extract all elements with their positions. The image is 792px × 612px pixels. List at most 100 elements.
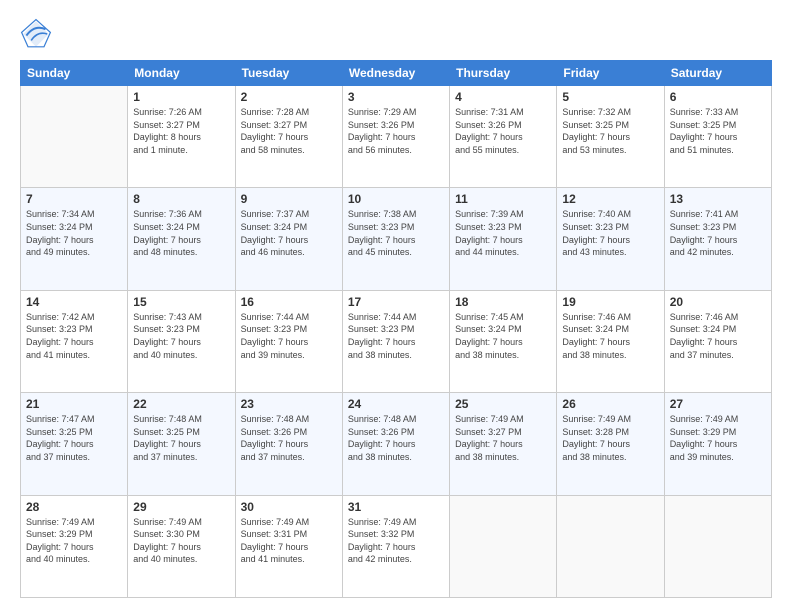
calendar-cell: 22Sunrise: 7:48 AMSunset: 3:25 PMDayligh… — [128, 393, 235, 495]
calendar-cell: 2 Sunrise: 7:28 AMSunset: 3:27 PMDaylight… — [235, 86, 342, 188]
calendar-cell: 30 Sunrise: 7:49 AMSunset: 3:31 PMDayligh… — [235, 495, 342, 597]
day-number: 10 — [348, 192, 444, 206]
day-number: 18 — [455, 295, 551, 309]
logo — [20, 18, 58, 50]
day-info: Sunrise: 7:28 AMSunset: 3:27 PMDaylight:… — [241, 106, 337, 156]
weekday-header-sunday: Sunday — [21, 61, 128, 86]
weekday-header-saturday: Saturday — [664, 61, 771, 86]
day-info: Sunrise: 7:37 AMSunset: 3:24 PMDaylight:… — [241, 208, 337, 258]
calendar-cell: 4 Sunrise: 7:31 AMSunset: 3:26 PMDaylight… — [450, 86, 557, 188]
calendar-cell: 21 Sunrise: 7:47 AMSunset: 3:25 PMDayligh… — [21, 393, 128, 495]
calendar-week-row: 14 Sunrise: 7:42 AMSunset: 3:23 PMDayligh… — [21, 290, 772, 392]
day-info: Sunrise: 7:42 AMSunset: 3:23 PMDaylight:… — [26, 311, 122, 361]
calendar-cell: 28 Sunrise: 7:49 AMSunset: 3:29 PMDayligh… — [21, 495, 128, 597]
day-info: Sunrise: 7:33 AMSunset: 3:25 PMDaylight:… — [670, 106, 766, 156]
day-info: Sunrise: 7:43 AMSunset: 3:23 PMDaylight:… — [133, 311, 229, 361]
calendar-cell — [557, 495, 664, 597]
logo-icon — [20, 18, 52, 50]
calendar-cell: 29 Sunrise: 7:49 AMSunset: 3:30 PMDayligh… — [128, 495, 235, 597]
day-number: 26 — [562, 397, 658, 411]
calendar-cell: 27 Sunrise: 7:49 AMSunset: 3:29 PMDayligh… — [664, 393, 771, 495]
calendar-cell: 3Sunrise: 7:29 AMSunset: 3:26 PMDaylight… — [342, 86, 449, 188]
day-number: 4 — [455, 90, 551, 104]
calendar-week-row: 1 Sunrise: 7:26 AMSunset: 3:27 PMDaylight… — [21, 86, 772, 188]
day-number: 21 — [26, 397, 122, 411]
day-info: Sunrise: 7:40 AMSunset: 3:23 PMDaylight:… — [562, 208, 658, 258]
day-info: Sunrise: 7:48 AMSunset: 3:26 PMDaylight:… — [348, 413, 444, 463]
day-number: 7 — [26, 192, 122, 206]
day-info: Sunrise: 7:31 AMSunset: 3:26 PMDaylight:… — [455, 106, 551, 156]
calendar: SundayMondayTuesdayWednesdayThursdayFrid… — [20, 60, 772, 598]
day-number: 1 — [133, 90, 229, 104]
day-info: Sunrise: 7:46 AMSunset: 3:24 PMDaylight:… — [562, 311, 658, 361]
calendar-cell — [664, 495, 771, 597]
day-info: Sunrise: 7:32 AMSunset: 3:25 PMDaylight:… — [562, 106, 658, 156]
day-number: 13 — [670, 192, 766, 206]
calendar-cell: 9 Sunrise: 7:37 AMSunset: 3:24 PMDaylight… — [235, 188, 342, 290]
day-number: 24 — [348, 397, 444, 411]
calendar-week-row: 7 Sunrise: 7:34 AMSunset: 3:24 PMDaylight… — [21, 188, 772, 290]
calendar-cell: 24 Sunrise: 7:48 AMSunset: 3:26 PMDayligh… — [342, 393, 449, 495]
calendar-cell: 20Sunrise: 7:46 AMSunset: 3:24 PMDayligh… — [664, 290, 771, 392]
day-info: Sunrise: 7:44 AMSunset: 3:23 PMDaylight:… — [241, 311, 337, 361]
day-info: Sunrise: 7:49 AMSunset: 3:29 PMDaylight:… — [670, 413, 766, 463]
weekday-header-thursday: Thursday — [450, 61, 557, 86]
day-number: 15 — [133, 295, 229, 309]
day-number: 12 — [562, 192, 658, 206]
page: SundayMondayTuesdayWednesdayThursdayFrid… — [0, 0, 792, 612]
day-info: Sunrise: 7:39 AMSunset: 3:23 PMDaylight:… — [455, 208, 551, 258]
day-number: 23 — [241, 397, 337, 411]
calendar-cell: 26 Sunrise: 7:49 AMSunset: 3:28 PMDayligh… — [557, 393, 664, 495]
day-number: 27 — [670, 397, 766, 411]
day-number: 29 — [133, 500, 229, 514]
day-number: 2 — [241, 90, 337, 104]
day-info: Sunrise: 7:49 AMSunset: 3:29 PMDaylight:… — [26, 516, 122, 566]
day-info: Sunrise: 7:45 AMSunset: 3:24 PMDaylight:… — [455, 311, 551, 361]
weekday-header-monday: Monday — [128, 61, 235, 86]
day-info: Sunrise: 7:36 AMSunset: 3:24 PMDaylight:… — [133, 208, 229, 258]
calendar-cell — [21, 86, 128, 188]
day-number: 11 — [455, 192, 551, 206]
calendar-cell: 10Sunrise: 7:38 AMSunset: 3:23 PMDayligh… — [342, 188, 449, 290]
weekday-header-friday: Friday — [557, 61, 664, 86]
day-info: Sunrise: 7:49 AMSunset: 3:30 PMDaylight:… — [133, 516, 229, 566]
day-number: 14 — [26, 295, 122, 309]
day-info: Sunrise: 7:26 AMSunset: 3:27 PMDaylight:… — [133, 106, 229, 156]
calendar-cell: 18 Sunrise: 7:45 AMSunset: 3:24 PMDayligh… — [450, 290, 557, 392]
day-number: 19 — [562, 295, 658, 309]
calendar-cell: 15 Sunrise: 7:43 AMSunset: 3:23 PMDayligh… — [128, 290, 235, 392]
day-info: Sunrise: 7:34 AMSunset: 3:24 PMDaylight:… — [26, 208, 122, 258]
day-number: 9 — [241, 192, 337, 206]
day-info: Sunrise: 7:41 AMSunset: 3:23 PMDaylight:… — [670, 208, 766, 258]
calendar-cell: 17Sunrise: 7:44 AMSunset: 3:23 PMDayligh… — [342, 290, 449, 392]
calendar-cell: 16 Sunrise: 7:44 AMSunset: 3:23 PMDayligh… — [235, 290, 342, 392]
weekday-header-tuesday: Tuesday — [235, 61, 342, 86]
calendar-week-row: 21 Sunrise: 7:47 AMSunset: 3:25 PMDayligh… — [21, 393, 772, 495]
calendar-cell — [450, 495, 557, 597]
day-info: Sunrise: 7:49 AMSunset: 3:28 PMDaylight:… — [562, 413, 658, 463]
day-number: 5 — [562, 90, 658, 104]
calendar-cell: 1 Sunrise: 7:26 AMSunset: 3:27 PMDaylight… — [128, 86, 235, 188]
calendar-cell: 19 Sunrise: 7:46 AMSunset: 3:24 PMDayligh… — [557, 290, 664, 392]
day-number: 17 — [348, 295, 444, 309]
day-info: Sunrise: 7:48 AMSunset: 3:26 PMDaylight:… — [241, 413, 337, 463]
calendar-cell: 6 Sunrise: 7:33 AMSunset: 3:25 PMDaylight… — [664, 86, 771, 188]
calendar-cell: 31Sunrise: 7:49 AMSunset: 3:32 PMDayligh… — [342, 495, 449, 597]
calendar-cell: 12 Sunrise: 7:40 AMSunset: 3:23 PMDayligh… — [557, 188, 664, 290]
day-info: Sunrise: 7:29 AMSunset: 3:26 PMDaylight:… — [348, 106, 444, 156]
calendar-cell: 13 Sunrise: 7:41 AMSunset: 3:23 PMDayligh… — [664, 188, 771, 290]
calendar-cell: 5 Sunrise: 7:32 AMSunset: 3:25 PMDaylight… — [557, 86, 664, 188]
calendar-week-row: 28 Sunrise: 7:49 AMSunset: 3:29 PMDayligh… — [21, 495, 772, 597]
day-info: Sunrise: 7:47 AMSunset: 3:25 PMDaylight:… — [26, 413, 122, 463]
weekday-header-wednesday: Wednesday — [342, 61, 449, 86]
calendar-cell: 25Sunrise: 7:49 AMSunset: 3:27 PMDayligh… — [450, 393, 557, 495]
calendar-cell: 14 Sunrise: 7:42 AMSunset: 3:23 PMDayligh… — [21, 290, 128, 392]
day-number: 30 — [241, 500, 337, 514]
day-number: 6 — [670, 90, 766, 104]
weekday-header-row: SundayMondayTuesdayWednesdayThursdayFrid… — [21, 61, 772, 86]
day-number: 16 — [241, 295, 337, 309]
day-info: Sunrise: 7:49 AMSunset: 3:31 PMDaylight:… — [241, 516, 337, 566]
calendar-cell: 11 Sunrise: 7:39 AMSunset: 3:23 PMDayligh… — [450, 188, 557, 290]
day-number: 22 — [133, 397, 229, 411]
day-number: 28 — [26, 500, 122, 514]
